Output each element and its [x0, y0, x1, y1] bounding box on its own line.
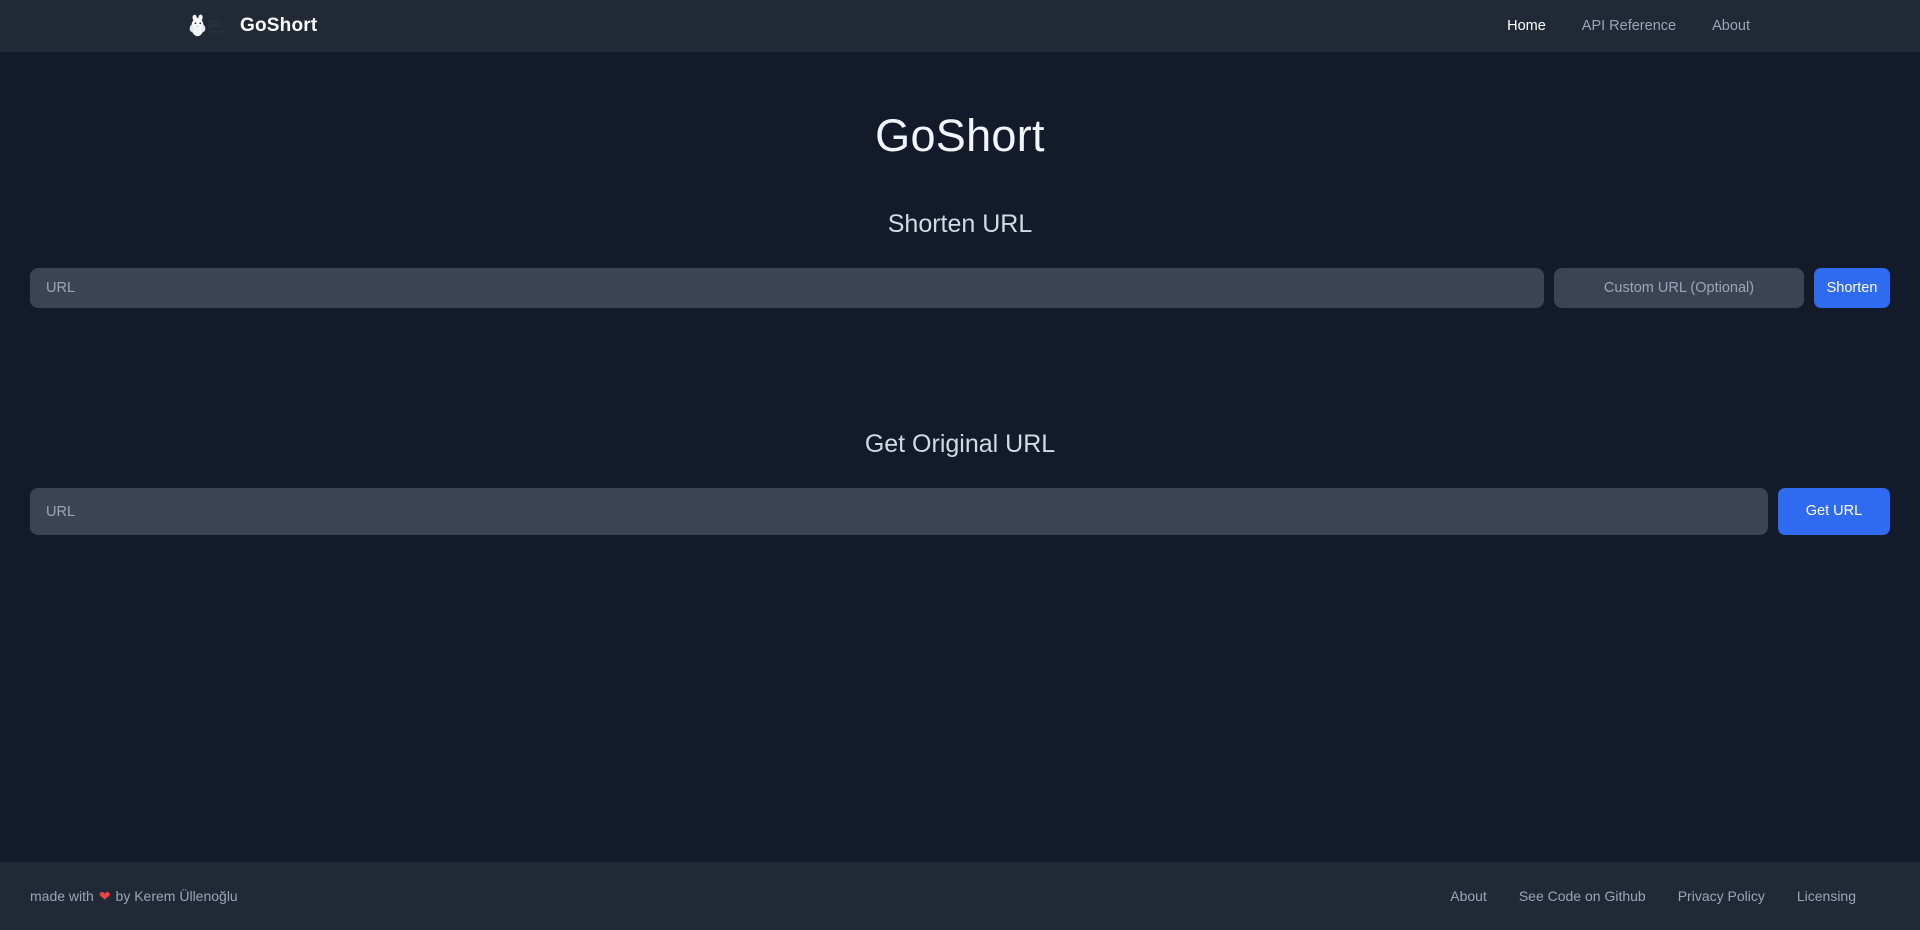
- shorten-form-row: Shorten: [0, 268, 1920, 308]
- footer-credit-suffix: by Kerem Üllenoğlu: [116, 888, 238, 904]
- nav-links: Home API Reference About: [1489, 18, 1768, 34]
- footer-link-about[interactable]: About: [1434, 888, 1503, 904]
- nav-link-api-reference[interactable]: API Reference: [1564, 18, 1694, 34]
- footer-credit-prefix: made with: [30, 888, 94, 904]
- custom-url-input[interactable]: [1554, 268, 1804, 308]
- brand-link[interactable]: SHORT GoShort: [185, 12, 317, 40]
- footer-credit: made with ❤ by Kerem Üllenoğlu: [30, 888, 238, 905]
- page-title: GoShort: [0, 52, 1920, 162]
- nav-link-home[interactable]: Home: [1489, 18, 1564, 34]
- footer-link-licensing[interactable]: Licensing: [1781, 888, 1872, 904]
- shorten-button[interactable]: Shorten: [1814, 268, 1890, 308]
- nav-link-about[interactable]: About: [1694, 18, 1768, 34]
- footer-link-privacy-policy[interactable]: Privacy Policy: [1662, 888, 1781, 904]
- goshort-script-wordmark: [209, 21, 220, 27]
- shorten-section-title: Shorten URL: [0, 162, 1920, 239]
- footer-links: About See Code on Github Privacy Policy …: [1434, 888, 1872, 904]
- get-original-url-section-title: Get Original URL: [0, 308, 1920, 459]
- get-url-button[interactable]: Get URL: [1778, 488, 1890, 535]
- main-content: GoShort Shorten URL Shorten Get Original…: [0, 52, 1920, 862]
- navbar: SHORT GoShort Home API Reference About: [0, 0, 1920, 52]
- shorten-url-input[interactable]: [30, 268, 1544, 308]
- footer: made with ❤ by Kerem Üllenoğlu About See…: [0, 862, 1920, 930]
- gopher-logo-icon: SHORT: [185, 12, 230, 40]
- footer-link-see-code-on-github[interactable]: See Code on Github: [1503, 888, 1662, 904]
- gopher-figure: [190, 15, 206, 37]
- get-url-form-row: Get URL: [0, 488, 1920, 535]
- heart-icon: ❤: [99, 888, 111, 905]
- svg-text:SHORT: SHORT: [209, 30, 229, 36]
- get-url-input[interactable]: [30, 488, 1768, 535]
- brand-label: GoShort: [240, 15, 317, 37]
